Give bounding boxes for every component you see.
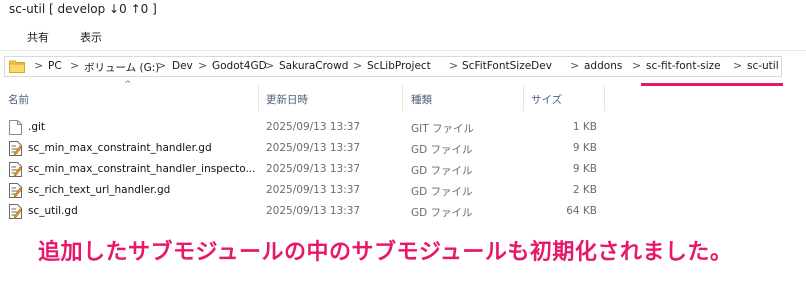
column-divider[interactable] xyxy=(258,85,259,111)
file-type: GD ファイル xyxy=(411,186,473,198)
breadcrumb-sclibproject[interactable]: ScLibProject xyxy=(367,60,431,72)
file-size: 1 KB xyxy=(572,121,597,133)
column-divider[interactable] xyxy=(402,85,403,111)
breadcrumb-sc-fit-font-size[interactable]: sc-fit-font-size xyxy=(646,60,721,72)
breadcrumb-volume[interactable]: ボリューム (G:) xyxy=(84,60,159,75)
column-divider[interactable] xyxy=(523,85,524,111)
file-date: 2025/09/13 13:37 xyxy=(266,184,361,196)
breadcrumb-highlight-underline xyxy=(641,83,783,86)
ribbon-divider xyxy=(0,50,806,51)
breadcrumb-sc-util[interactable]: sc-util xyxy=(747,60,779,72)
window-title: sc-util [ develop ↓0 ↑0 ] xyxy=(9,2,157,16)
file-row[interactable]: sc_rich_text_url_handler.gd 2025/09/13 1… xyxy=(0,181,620,202)
file-size: 64 KB xyxy=(566,205,597,217)
file-name[interactable]: sc_util.gd xyxy=(28,205,78,217)
file-size: 2 KB xyxy=(572,184,597,196)
breadcrumb-separator: > xyxy=(733,59,743,72)
breadcrumb-separator: > xyxy=(70,59,80,72)
breadcrumb-sakuracrowd[interactable]: SakuraCrowd xyxy=(279,60,348,72)
breadcrumb-separator: > xyxy=(198,59,208,72)
file-row[interactable]: sc_min_max_constraint_handler.gd 2025/09… xyxy=(0,139,620,160)
breadcrumb-separator: > xyxy=(570,59,580,72)
file-type: GD ファイル xyxy=(411,207,473,219)
column-header-size[interactable]: サイズ xyxy=(531,92,562,107)
file-type: GD ファイル xyxy=(411,165,473,177)
gd-file-icon xyxy=(9,204,22,219)
file-date: 2025/09/13 13:37 xyxy=(266,163,361,175)
file-row[interactable]: sc_min_max_constraint_handler_inspecto..… xyxy=(0,160,620,181)
file-name[interactable]: sc_rich_text_url_handler.gd xyxy=(28,184,170,196)
column-divider[interactable] xyxy=(604,85,605,111)
gd-file-icon xyxy=(9,141,22,156)
folder-icon xyxy=(9,60,25,73)
breadcrumb-separator: > xyxy=(632,59,642,72)
breadcrumb-separator: > xyxy=(265,59,275,72)
file-date: 2025/09/13 13:37 xyxy=(266,121,361,133)
breadcrumb-dev[interactable]: Dev xyxy=(172,60,193,72)
gd-file-icon xyxy=(9,162,22,177)
column-header-name[interactable]: 名前 xyxy=(8,92,29,107)
column-header-date[interactable]: 更新日時 xyxy=(266,92,308,107)
annotation-caption: 追加したサブモジュールの中のサブモジュールも初期化されました。 xyxy=(38,240,733,265)
tab-view[interactable]: 表示 xyxy=(80,29,102,45)
file-size: 9 KB xyxy=(572,142,597,154)
file-row[interactable]: sc_util.gd 2025/09/13 13:37 GD ファイル 64 K… xyxy=(0,202,620,223)
breadcrumb-pc[interactable]: PC xyxy=(48,60,62,72)
file-date: 2025/09/13 13:37 xyxy=(266,205,361,217)
file-name[interactable]: sc_min_max_constraint_handler_inspecto..… xyxy=(28,163,255,175)
file-name[interactable]: sc_min_max_constraint_handler.gd xyxy=(28,142,212,154)
breadcrumb-separator: > xyxy=(449,59,459,72)
tab-share[interactable]: 共有 xyxy=(27,29,49,45)
file-row[interactable]: .git 2025/09/13 13:37 GIT ファイル 1 KB xyxy=(0,118,620,139)
gd-file-icon xyxy=(9,183,22,198)
file-type: GIT ファイル xyxy=(411,123,474,135)
breadcrumb-separator: > xyxy=(353,59,363,72)
breadcrumb-separator: > xyxy=(157,59,167,72)
file-date: 2025/09/13 13:37 xyxy=(266,142,361,154)
sort-ascending-icon: ^ xyxy=(124,80,132,90)
breadcrumb-addons[interactable]: addons xyxy=(584,60,622,72)
breadcrumb-godot4gd[interactable]: Godot4GD xyxy=(212,60,267,72)
column-header-type[interactable]: 種類 xyxy=(411,92,432,107)
file-name[interactable]: .git xyxy=(28,121,45,133)
file-size: 9 KB xyxy=(572,163,597,175)
file-type: GD ファイル xyxy=(411,144,473,156)
breadcrumb-separator: > xyxy=(34,59,44,72)
blank-file-icon xyxy=(9,120,22,135)
breadcrumb-scfitfontsizedev[interactable]: ScFitFontSizeDev xyxy=(462,60,552,72)
